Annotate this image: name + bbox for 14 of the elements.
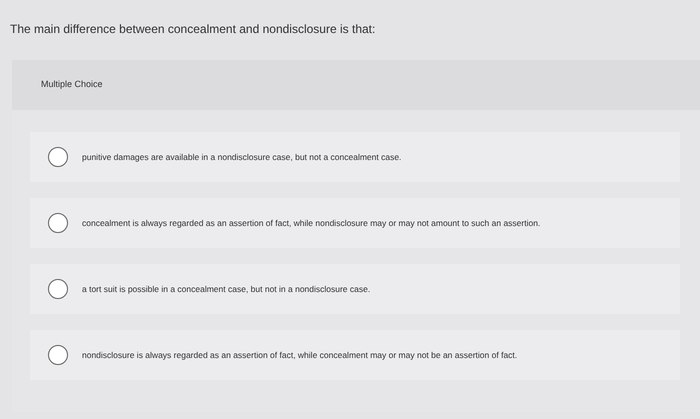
option-text: a tort suit is possible in a concealment case, but not in a nondisclosure case. <box>82 282 370 296</box>
radio-button[interactable] <box>48 279 68 299</box>
option-text: punitive damages are available in a nondisclosure case, but not a concealment case. <box>82 150 402 164</box>
radio-button[interactable] <box>48 147 68 167</box>
option-text: concealment is always regarded as an assertion of fact, while nondisclosure may or may not amount to such an assertion. <box>82 216 540 230</box>
radio-button[interactable] <box>48 345 68 365</box>
option-text: nondisclosure is always regarded as an assertion of fact, while concealment may or may not be an assertion of fact. <box>82 348 518 362</box>
answer-option[interactable]: a tort suit is possible in a concealment case, but not in a nondisclosure case. <box>30 264 680 314</box>
answer-option[interactable]: punitive damages are available in a nondisclosure case, but not a concealment case. <box>30 132 680 182</box>
question-type-label: Multiple Choice <box>41 78 103 92</box>
answer-option[interactable]: concealment is always regarded as an assertion of fact, while nondisclosure may or may not amount to such an assertion. <box>30 198 680 248</box>
radio-button[interactable] <box>48 213 68 233</box>
question-text: The main difference between concealment and nondisclosure is that: <box>10 21 376 38</box>
answer-option[interactable]: nondisclosure is always regarded as an assertion of fact, while concealment may or may not be an assertion of fact. <box>30 330 680 380</box>
